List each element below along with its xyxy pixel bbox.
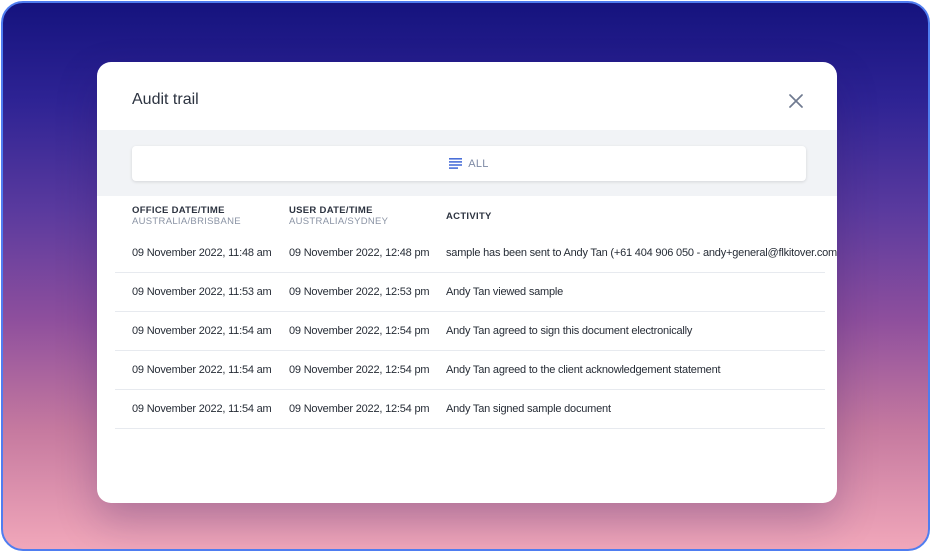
table-header: OFFICE DATE/TIME AUSTRALIA/BRISBANE USER… (115, 196, 825, 234)
audit-trail-modal: Audit trail ALL OFFICE DATE/TIME AUSTRAL… (97, 62, 837, 503)
office-datetime-cell: 09 November 2022, 11:53 am (132, 286, 272, 298)
header-user-datetime: USER DATE/TIME AUSTRALIA/SYDNEY (289, 205, 389, 227)
table-row: 09 November 2022, 11:54 am 09 November 2… (115, 390, 825, 429)
user-datetime-cell: 09 November 2022, 12:54 pm (289, 364, 430, 376)
office-datetime-cell: 09 November 2022, 11:54 am (132, 325, 272, 337)
filter-all-button[interactable]: ALL (132, 146, 806, 181)
table-row: 09 November 2022, 11:54 am 09 November 2… (115, 312, 825, 351)
header-activity: ACTIVITY (446, 211, 492, 222)
office-datetime-cell: 09 November 2022, 11:54 am (132, 403, 272, 415)
modal-title: Audit trail (132, 91, 199, 108)
office-datetime-cell: 09 November 2022, 11:54 am (132, 364, 272, 376)
table-row: 09 November 2022, 11:53 am 09 November 2… (115, 273, 825, 312)
modal-header: Audit trail (97, 62, 837, 130)
activity-cell: Andy Tan agreed to sign this document el… (446, 325, 693, 337)
office-datetime-cell: 09 November 2022, 11:48 am (132, 247, 272, 259)
user-datetime-cell: 09 November 2022, 12:54 pm (289, 325, 430, 337)
table-row: 09 November 2022, 11:48 am 09 November 2… (115, 234, 837, 273)
user-datetime-cell: 09 November 2022, 12:54 pm (289, 403, 430, 415)
list-icon (449, 158, 463, 169)
table-row: 09 November 2022, 11:54 am 09 November 2… (115, 351, 825, 390)
filter-bar: ALL (97, 130, 837, 196)
activity-cell: sample has been sent to Andy Tan (+61 40… (446, 247, 837, 259)
activity-cell: Andy Tan signed sample document (446, 403, 611, 415)
activity-cell: Andy Tan viewed sample (446, 286, 564, 298)
audit-table: OFFICE DATE/TIME AUSTRALIA/BRISBANE USER… (115, 196, 837, 429)
filter-label: ALL (468, 157, 489, 170)
activity-cell: Andy Tan agreed to the client acknowledg… (446, 364, 721, 376)
close-button[interactable] (785, 90, 807, 112)
close-icon (789, 94, 803, 108)
user-datetime-cell: 09 November 2022, 12:53 pm (289, 286, 430, 298)
header-office-datetime: OFFICE DATE/TIME AUSTRALIA/BRISBANE (132, 205, 241, 227)
user-datetime-cell: 09 November 2022, 12:48 pm (289, 247, 430, 259)
background-frame: Audit trail ALL OFFICE DATE/TIME AUSTRAL… (1, 1, 930, 551)
